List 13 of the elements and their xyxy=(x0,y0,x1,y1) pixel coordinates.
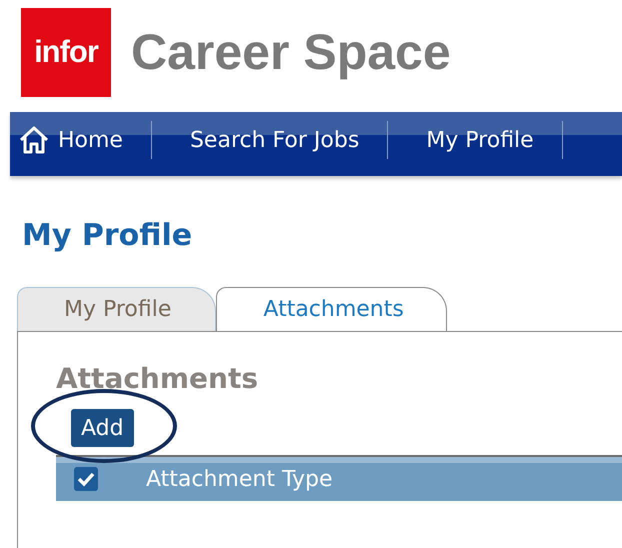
nav-link[interactable]: Home xyxy=(10,121,152,159)
add-button[interactable]: Add xyxy=(71,409,134,447)
home-icon xyxy=(18,125,50,155)
page-title: My Profile xyxy=(22,218,194,253)
tab[interactable]: Attachments xyxy=(216,287,447,331)
section-title: Attachments xyxy=(56,362,260,395)
logo: infor xyxy=(21,8,111,96)
tab[interactable]: My Profile xyxy=(17,287,216,331)
nav-link[interactable]: My Profile xyxy=(388,121,563,159)
select-all-checkbox[interactable] xyxy=(74,467,98,491)
site-title: Career Space xyxy=(131,23,451,81)
nav-link[interactable]: Search For Jobs xyxy=(152,121,388,159)
column-header: Attachment Type xyxy=(146,466,332,492)
